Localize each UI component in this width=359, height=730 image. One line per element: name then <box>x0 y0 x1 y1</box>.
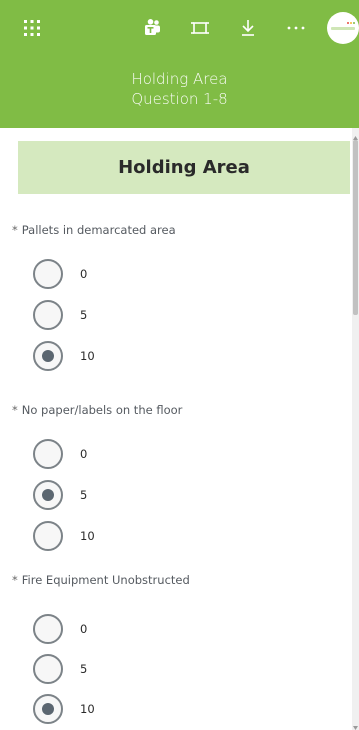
option-5[interactable]: 5 <box>33 654 87 684</box>
avatar[interactable] <box>327 12 359 44</box>
question-label: * Pallets in demarcated area <box>12 223 176 237</box>
option-0[interactable]: 0 <box>33 614 87 644</box>
fit-screen-icon[interactable] <box>188 16 212 40</box>
option-label: 5 <box>80 308 88 322</box>
app-launcher-icon[interactable] <box>20 16 44 40</box>
radio-button[interactable] <box>33 521 63 551</box>
option-0[interactable]: 0 <box>33 439 87 469</box>
option-label: 10 <box>80 702 95 716</box>
radio-button[interactable] <box>33 614 63 644</box>
screen-header: Holding Area Question 1-8 <box>0 56 359 128</box>
radio-button-selected[interactable] <box>33 480 63 510</box>
radio-button[interactable] <box>33 300 63 330</box>
option-10[interactable]: 10 <box>33 521 95 551</box>
form-container: Holding Area * Pallets in demarcated area… <box>0 128 359 730</box>
radio-button[interactable] <box>33 654 63 684</box>
option-label: 10 <box>80 349 95 363</box>
top-bar <box>0 0 359 56</box>
option-label: 0 <box>80 447 88 461</box>
question-label: * No paper/labels on the floor <box>12 403 183 417</box>
radio-button-selected[interactable] <box>33 694 63 724</box>
radio-button-selected[interactable] <box>33 341 63 371</box>
option-5[interactable]: 5 <box>33 480 87 510</box>
header-title: Holding Area <box>131 70 228 88</box>
option-label: 10 <box>80 529 95 543</box>
option-10[interactable]: 10 <box>33 341 95 371</box>
option-10[interactable]: 10 <box>33 694 95 724</box>
required-marker: * <box>12 223 18 237</box>
radio-button[interactable] <box>33 259 63 289</box>
scroll-down-arrow-icon[interactable] <box>352 718 359 730</box>
more-icon[interactable] <box>284 16 308 40</box>
radio-button[interactable] <box>33 439 63 469</box>
header-subtitle: Question 1-8 <box>131 90 228 108</box>
required-marker: * <box>12 403 18 417</box>
option-5[interactable]: 5 <box>33 300 87 330</box>
option-label: 5 <box>80 488 88 502</box>
option-label: 5 <box>80 662 88 676</box>
option-0[interactable]: 0 <box>33 259 87 289</box>
question-label: * Fire Equipment Unobstructed <box>12 573 190 587</box>
option-label: 0 <box>80 622 88 636</box>
scrollbar[interactable] <box>352 128 359 730</box>
teams-icon[interactable] <box>140 16 164 40</box>
required-marker: * <box>12 573 18 587</box>
section-title: Holding Area <box>18 141 350 194</box>
download-icon[interactable] <box>236 16 260 40</box>
scrollbar-thumb[interactable] <box>353 140 358 315</box>
scroll-up-arrow-icon[interactable] <box>352 128 359 140</box>
option-label: 0 <box>80 267 88 281</box>
